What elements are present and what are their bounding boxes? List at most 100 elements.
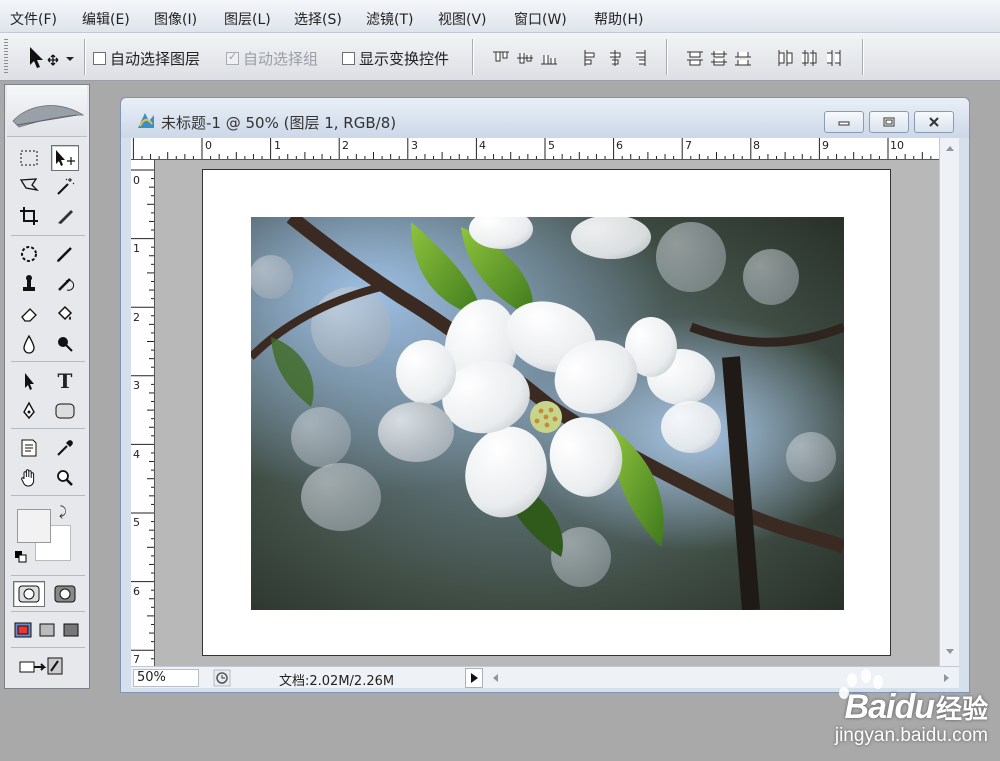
brush-tool-icon[interactable] [51,241,79,267]
menu-select[interactable]: 选择(S) [294,9,342,29]
menu-view[interactable]: 视图(V) [438,9,487,29]
scroll-up-icon[interactable] [945,144,955,152]
status-menu-button[interactable] [465,668,483,688]
close-icon [929,117,939,127]
watermark-brand-cn: 经验 [935,695,988,725]
menu-edit[interactable]: 编辑(E) [82,9,130,29]
ruler-label: 3 [411,139,418,152]
vertical-scrollbar[interactable] [939,138,959,666]
scroll-left-icon[interactable] [491,673,499,683]
menu-file[interactable]: 文件(F) [10,9,57,29]
checkbox-box[interactable] [226,50,239,65]
clone-stamp-icon[interactable] [15,271,43,297]
checkbox-box[interactable] [342,52,355,65]
distribute-vertical-center-icon[interactable] [710,49,728,67]
auto-select-layer-checkbox[interactable]: 自动选择图层 [93,48,200,69]
slice-tool-icon[interactable] [51,203,79,229]
ruler-label: 4 [133,448,140,461]
tool-preset-picker[interactable] [24,43,80,71]
ruler-label: 9 [822,139,829,152]
eyedropper-icon[interactable] [51,435,79,461]
ruler-label: 3 [133,379,140,392]
flower-photo-layer[interactable] [251,217,844,610]
lasso-tool-icon[interactable] [15,173,43,199]
history-brush-icon[interactable] [51,271,79,297]
close-button[interactable] [914,111,954,133]
marquee-tool-icon[interactable] [15,145,43,171]
document-canvas[interactable] [202,169,891,656]
zoom-level-field[interactable]: 50% [133,669,199,687]
restore-icon [883,117,895,127]
restore-button[interactable] [869,111,909,133]
blur-tool-icon[interactable] [15,331,43,357]
blossom-photo [251,217,844,610]
separator [472,39,474,75]
distribute-left-icon[interactable] [776,49,794,67]
align-bottom-icon[interactable] [540,49,558,67]
align-vertical-center-icon[interactable] [516,49,534,67]
menu-help[interactable]: 帮助(H) [594,9,643,29]
screen-mode-standard-icon[interactable] [11,617,35,643]
play-icon [471,673,478,683]
swap-colors-icon[interactable]: ⤸ [59,505,67,520]
foreground-color-swatch-front[interactable] [17,509,51,543]
photoshop-feather-logo[interactable] [7,85,87,137]
horizontal-ruler[interactable]: 0 1 2 3 4 5 6 7 8 9 10 [131,138,939,160]
eraser-tool-icon[interactable] [15,301,43,327]
minimize-button[interactable] [824,111,864,133]
type-tool-icon[interactable]: T [51,368,79,394]
distribute-horizontal-center-icon[interactable] [800,49,818,67]
shape-tool-icon[interactable] [51,398,79,424]
healing-brush-icon[interactable] [15,241,43,267]
align-horizontal-center-icon[interactable] [606,49,624,67]
quick-mask-mode-icon[interactable] [49,581,81,607]
separator [84,39,86,75]
zoom-tool-icon[interactable] [51,465,79,491]
menu-layer[interactable]: 图层(L) [224,9,271,29]
distribute-right-icon[interactable] [824,49,842,67]
menu-image[interactable]: 图像(I) [154,9,197,29]
distribute-top-icon[interactable] [686,49,704,67]
ruler-label: 10 [890,139,904,152]
document-size-info: 文档:2.02M/2.26M [279,674,395,689]
move-tool-icon [30,47,74,68]
paint-bucket-icon[interactable] [51,301,79,327]
dodge-tool-icon[interactable] [51,331,79,357]
magic-wand-icon[interactable] [51,173,79,199]
separator [11,611,85,612]
menu-filter[interactable]: 滤镜(T) [366,9,413,29]
vertical-ruler[interactable]: 0 1 2 3 4 5 6 7 [131,160,155,666]
ruler-label: 5 [133,516,140,529]
auto-select-group-checkbox[interactable]: 自动选择组 [226,48,318,69]
canvas-area[interactable] [155,160,939,666]
document-title-bar[interactable]: 未标题-1 @ 50% (图层 1, RGB/8) [121,98,969,138]
show-transform-controls-checkbox[interactable]: 显示变换控件 [342,48,449,69]
scroll-down-icon[interactable] [945,648,955,656]
hand-tool-icon[interactable] [15,465,43,491]
path-selection-icon[interactable] [15,368,43,394]
ruler-label: 7 [133,653,140,666]
align-right-icon[interactable] [630,49,648,67]
ruler-label: 1 [274,139,281,152]
menu-window[interactable]: 窗口(W) [514,9,567,29]
notes-tool-icon[interactable] [15,435,43,461]
checkbox-box[interactable] [93,52,106,65]
pen-tool-icon[interactable] [15,398,43,424]
distribute-bottom-icon[interactable] [734,49,752,67]
ruler-label: 1 [133,242,140,255]
chevron-down-icon [66,57,74,61]
jump-to-imageready-icon[interactable] [15,653,71,679]
default-colors-icon[interactable] [15,551,27,563]
screen-mode-menubar-icon[interactable] [35,617,59,643]
status-options-icon[interactable] [213,669,231,687]
ruler-label: 7 [685,139,692,152]
standard-mode-icon[interactable] [13,581,45,607]
document-window: 未标题-1 @ 50% (图层 1, RGB/8) 0 1 2 3 4 5 6 … [120,97,970,693]
align-top-icon[interactable] [492,49,510,67]
document-title: 未标题-1 @ 50% (图层 1, RGB/8) [161,114,397,132]
options-grip[interactable] [4,39,8,75]
move-tool-icon[interactable] [51,145,79,171]
align-left-icon[interactable] [582,49,600,67]
screen-mode-full-icon[interactable] [59,617,83,643]
crop-tool-icon[interactable] [15,203,43,229]
